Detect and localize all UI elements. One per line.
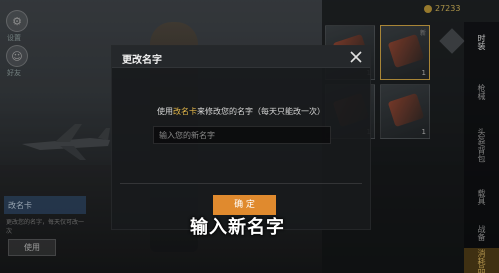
confirm-button[interactable]: 确 定 [213, 195, 276, 215]
dialog-title: 更改名字 [122, 55, 162, 66]
instruction-highlight: 改名卡 [173, 107, 197, 116]
new-name-input[interactable] [153, 126, 331, 144]
rename-dialog: 更改名字 使用改名卡来修改您的名字（每天只能改一次） 确 定 [111, 45, 371, 230]
dialog-header: 更改名字 [112, 46, 370, 68]
dialog-divider [120, 183, 362, 184]
instruction-suffix: 来修改您的名字（每天只能改一次） [197, 107, 325, 116]
caption-text: 输入新名字 [190, 217, 285, 238]
close-icon[interactable] [348, 49, 364, 65]
rename-instruction: 使用改名卡来修改您的名字（每天只能改一次） [112, 106, 370, 117]
instruction-prefix: 使用 [157, 107, 173, 116]
